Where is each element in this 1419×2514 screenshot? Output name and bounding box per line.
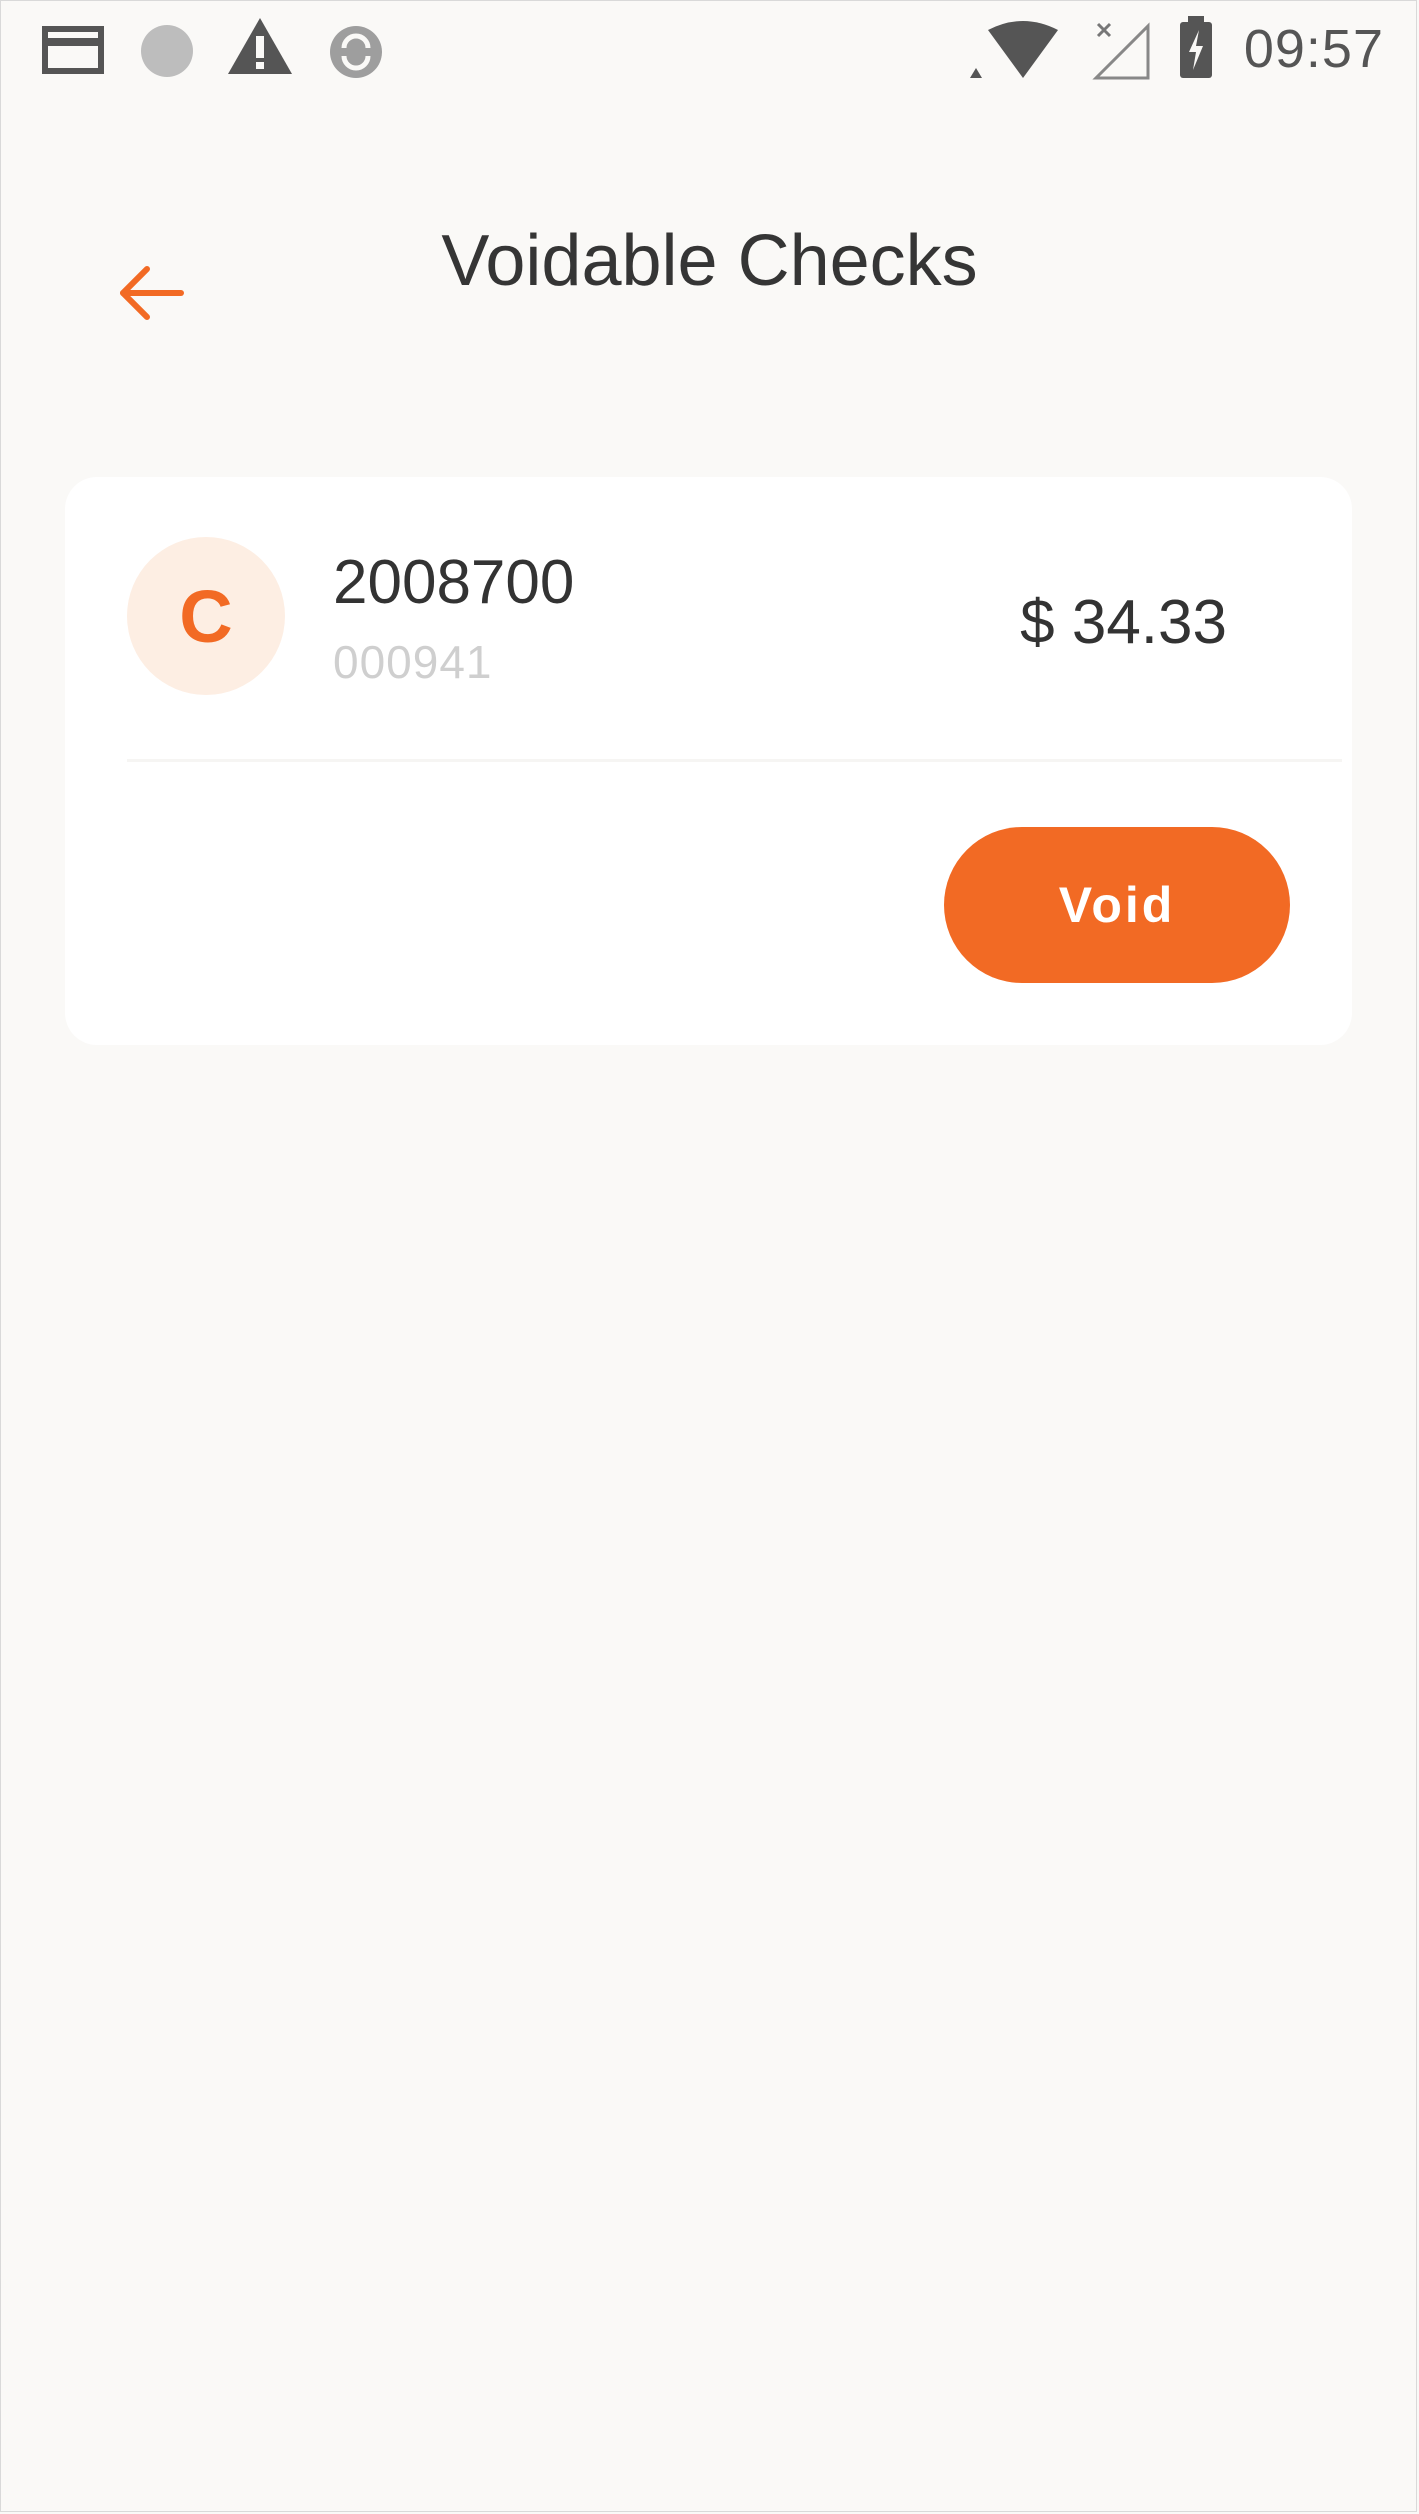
wifi-icon bbox=[970, 20, 1058, 85]
signal-off-icon bbox=[1092, 18, 1150, 85]
page-title: Voidable Checks bbox=[441, 221, 978, 301]
check-avatar: C bbox=[127, 537, 285, 695]
sync-icon bbox=[328, 24, 384, 85]
screen-frame bbox=[0, 0, 1417, 2512]
warning-icon bbox=[226, 16, 294, 81]
status-time: 09:57 bbox=[1243, 19, 1384, 79]
check-number: 2008700 bbox=[333, 548, 575, 617]
circle-icon bbox=[138, 22, 196, 85]
void-button[interactable]: Void bbox=[944, 827, 1290, 983]
check-amount: $ 34.33 bbox=[1020, 588, 1227, 657]
card-icon bbox=[42, 26, 104, 79]
check-card: C 2008700 000941 $ 34.33 Void bbox=[65, 477, 1352, 1045]
check-sub-number: 000941 bbox=[333, 636, 493, 688]
battery-charging-icon bbox=[1178, 16, 1214, 85]
card-divider bbox=[127, 759, 1342, 762]
status-bar: 09:57 bbox=[0, 0, 1419, 110]
